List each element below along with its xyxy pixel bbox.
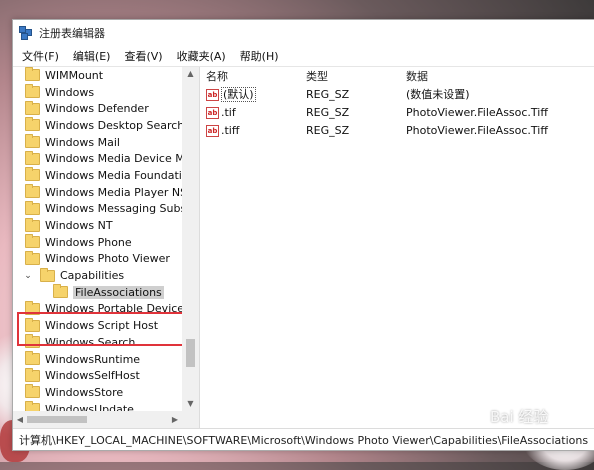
value-type: REG_SZ [306, 87, 350, 101]
value-data: PhotoViewer.FileAssoc.Tiff [406, 123, 548, 137]
tree-item-label: Windows Media Foundation [45, 168, 196, 182]
tree-item[interactable]: WindowsRuntime [13, 351, 181, 368]
tree-item[interactable]: Windows Messaging Subsyst [13, 200, 199, 218]
red-highlight-box [17, 312, 199, 346]
tree-item[interactable]: WindowsSelfHost [13, 367, 181, 384]
key-tree: WIMMount Windows Windows Defender Windows D… [13, 67, 199, 417]
tree-item-label: Windows Media Device Mana [45, 152, 200, 166]
tree-item[interactable]: Windows Phone [13, 234, 181, 251]
folder-icon [25, 200, 40, 215]
tree-item[interactable]: Windows Media Device Mana [13, 150, 199, 167]
folder-icon [25, 84, 40, 99]
tree-item-label: WindowsStore [45, 385, 124, 399]
menu-bar: 文件(F) 编辑(E) 查看(V) 收藏夹(A) 帮助(H) [13, 46, 594, 67]
folder-icon [53, 284, 68, 299]
scroll-left-arrow-icon[interactable]: ◀ [13, 411, 27, 428]
scroll-thumb[interactable] [186, 339, 195, 367]
folder-icon [25, 384, 40, 399]
tree-item[interactable]: Windows Defender [13, 100, 181, 117]
string-value-icon: ab [206, 106, 219, 119]
expand-chevron-icon[interactable]: ⌄ [23, 271, 33, 281]
value-row[interactable]: ab (默认) REG_SZ (数值未设置) [200, 85, 594, 103]
tree-item[interactable]: Windows [13, 84, 181, 101]
string-value-icon: ab [206, 89, 219, 101]
tree-item[interactable]: Windows Mail [13, 134, 181, 151]
content-area: WIMMount Windows Windows Defender Windows D… [13, 67, 594, 428]
scroll-right-arrow-icon[interactable]: ▶ [168, 411, 182, 428]
folder-icon [25, 67, 40, 82]
title-bar[interactable]: 注册表编辑器 [13, 20, 594, 46]
value-data: PhotoViewer.FileAssoc.Tiff [406, 105, 548, 119]
values-list: ab (默认) REG_SZ (数值未设置) ab .tif REG_SZ PhotoView… [200, 85, 594, 139]
menu-file[interactable]: 文件(F) [15, 46, 66, 66]
registry-editor-window: 注册表编辑器 文件(F) 编辑(E) 查看(V) 收藏夹(A) 帮助(H) WI… [12, 19, 594, 451]
tree-item-label: WindowsSelfHost [45, 369, 140, 383]
string-value-icon: ab [206, 124, 219, 137]
tree-horizontal-scrollbar[interactable]: ◀ ▶ [13, 411, 199, 428]
status-bar: 计算机\HKEY_LOCAL_MACHINE\SOFTWARE\Microsof… [13, 428, 594, 450]
tree-item-label: FileAssociations [73, 285, 164, 299]
tree-item-label: Windows Phone [45, 235, 132, 249]
column-header-name[interactable]: 名称 [200, 68, 306, 84]
value-name: .tiff [221, 123, 240, 137]
menu-view[interactable]: 查看(V) [117, 46, 169, 66]
tree-item-label: Windows NT [45, 219, 113, 233]
status-path: 计算机\HKEY_LOCAL_MACHINE\SOFTWARE\Microsof… [19, 433, 589, 447]
tree-item-label: Windows Mail [45, 135, 120, 149]
folder-icon [25, 150, 40, 165]
menu-edit[interactable]: 编辑(E) [66, 46, 118, 66]
folder-icon [25, 367, 40, 382]
tree-item-label: Windows Desktop Search [45, 118, 185, 132]
menu-favorites[interactable]: 收藏夹(A) [170, 46, 233, 66]
tree-item-label: WIMMount [45, 68, 104, 82]
scroll-up-arrow-icon[interactable]: ▲ [182, 67, 199, 81]
window-title: 注册表编辑器 [39, 27, 105, 40]
folder-icon [25, 184, 40, 199]
menu-help[interactable]: 帮助(H) [233, 46, 286, 66]
folder-icon [25, 167, 40, 182]
values-pane[interactable]: 名称 类型 数据 ab (默认) REG_SZ (数值未设置) ab .tif REG_SZ… [200, 67, 594, 428]
folder-icon [25, 134, 40, 149]
tree-item[interactable]: WindowsStore [13, 384, 181, 401]
folder-icon [25, 117, 40, 132]
value-type: REG_SZ [306, 105, 350, 119]
tree-item-label: Windows Defender [45, 102, 149, 116]
column-header-type[interactable]: 类型 [306, 68, 406, 84]
tree-item[interactable]: ⌄ Capabilities [13, 267, 181, 284]
tree-item[interactable]: Windows Photo Viewer [13, 250, 181, 268]
tree-item-label: Windows Photo Viewer [45, 252, 170, 266]
value-name: (默认) [221, 87, 256, 102]
registry-editor-icon [19, 26, 33, 40]
tree-item[interactable]: FileAssociations [13, 284, 181, 301]
value-name: .tif [221, 105, 236, 119]
tree-item[interactable]: Windows Media Player NSS [13, 184, 194, 201]
scroll-down-arrow-icon[interactable]: ▼ [182, 397, 199, 411]
value-row[interactable]: ab .tiff REG_SZ PhotoViewer.FileAssoc.Tiff [200, 121, 594, 139]
tree-item-label: WindowsRuntime [45, 352, 141, 366]
tree-item-label: Windows Media Player NSS [45, 185, 195, 199]
folder-icon [25, 100, 40, 115]
value-type: REG_SZ [306, 123, 350, 137]
tree-item[interactable]: Windows Media Foundation [13, 167, 196, 184]
tree-item-label: Windows [45, 85, 95, 99]
hscroll-thumb[interactable] [27, 416, 87, 423]
tree-item[interactable]: WIMMount [13, 67, 181, 84]
values-header: 名称 类型 数据 [200, 67, 594, 85]
column-header-data[interactable]: 数据 [406, 68, 594, 84]
tree-vertical-scrollbar[interactable]: ▲ ▼ [182, 67, 199, 411]
tree-item[interactable]: Windows Desktop Search [13, 117, 185, 134]
folder-icon [25, 351, 40, 366]
watermark: Bai 经验 [490, 408, 549, 426]
folder-icon [40, 267, 55, 282]
value-data: (数值未设置) [406, 88, 470, 101]
folder-icon [25, 217, 40, 232]
value-row[interactable]: ab .tif REG_SZ PhotoViewer.FileAssoc.Tiff [200, 103, 594, 121]
folder-icon [25, 250, 40, 265]
tree-item-label: Capabilities [60, 269, 125, 283]
tree-item[interactable]: Windows NT [13, 217, 181, 234]
tree-item-label: Windows Messaging Subsyst [45, 202, 200, 216]
folder-icon [25, 234, 40, 249]
key-tree-pane[interactable]: WIMMount Windows Windows Defender Windows D… [13, 67, 200, 428]
